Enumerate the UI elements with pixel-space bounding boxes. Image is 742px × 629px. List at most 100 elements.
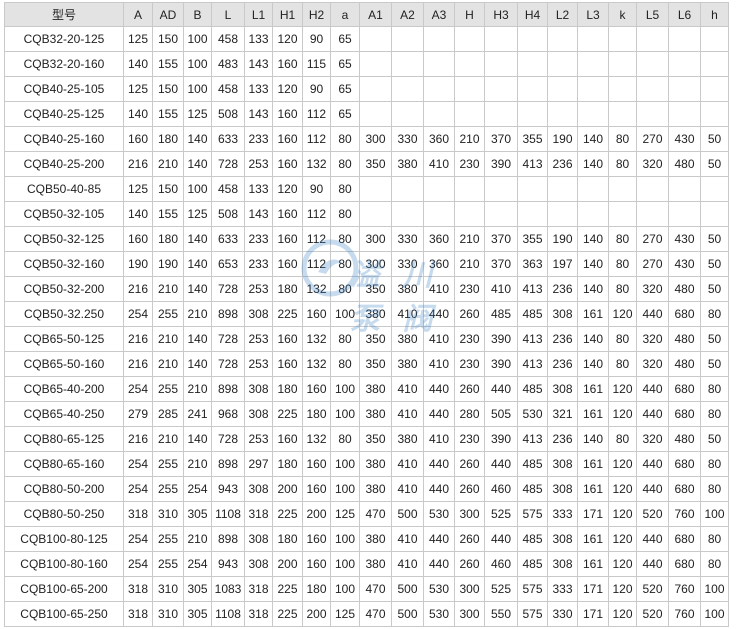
value-cell: 440 bbox=[636, 476, 669, 502]
value-cell: 318 bbox=[123, 501, 153, 527]
value-cell: 485 bbox=[517, 551, 548, 577]
value-cell: 120 bbox=[608, 476, 637, 502]
value-cell: 255 bbox=[152, 476, 184, 502]
value-cell bbox=[668, 176, 701, 202]
value-cell: 330 bbox=[391, 226, 424, 252]
value-cell: 160 bbox=[302, 451, 331, 477]
table-row: CQB40-25-200 216 210 140 728 253 160 132 80 350 38… bbox=[4, 151, 729, 177]
value-cell: 440 bbox=[636, 526, 669, 552]
value-cell: 80 bbox=[700, 526, 729, 552]
value-cell: 330 bbox=[547, 601, 578, 627]
value-cell: 760 bbox=[668, 501, 701, 527]
model-cell: CQB50-32-105 bbox=[4, 201, 124, 227]
value-cell: 160 bbox=[123, 126, 153, 152]
value-cell: 320 bbox=[636, 276, 669, 302]
table-row: CQB65-40-200 254 255 210 898 308 180 160 100 380 4… bbox=[4, 376, 729, 402]
value-cell: 80 bbox=[608, 226, 637, 252]
value-cell: 200 bbox=[302, 601, 331, 627]
value-cell: 308 bbox=[244, 526, 273, 552]
value-cell: 255 bbox=[152, 301, 184, 327]
value-cell: 1108 bbox=[211, 601, 245, 627]
value-cell: 120 bbox=[608, 601, 637, 627]
value-cell: 225 bbox=[272, 601, 303, 627]
value-cell: 80 bbox=[330, 351, 360, 377]
value-cell: 260 bbox=[454, 301, 485, 327]
value-cell: 410 bbox=[391, 301, 424, 327]
value-cell: 140 bbox=[577, 326, 609, 352]
value-cell: 260 bbox=[454, 526, 485, 552]
value-cell: 530 bbox=[423, 601, 455, 627]
value-cell bbox=[577, 76, 609, 102]
value-cell: 233 bbox=[244, 126, 273, 152]
value-cell: 80 bbox=[330, 226, 360, 252]
value-cell: 500 bbox=[391, 501, 424, 527]
pump-dimension-table: 型号 A AD B L L1 H1 H2 a A1 A2 A3 H H3 H4 L2 L3 k L5 L6 h CQB3… bbox=[4, 2, 729, 627]
value-cell: 380 bbox=[359, 476, 392, 502]
value-cell: 140 bbox=[577, 126, 609, 152]
value-cell: 310 bbox=[152, 601, 184, 627]
table-row: CQB100-80-125 254 255 210 898 308 180 160 100 380… bbox=[4, 526, 729, 552]
value-cell: 210 bbox=[152, 426, 184, 452]
header-l1: L1 bbox=[244, 2, 273, 27]
value-cell: 100 bbox=[183, 176, 212, 202]
value-cell: 180 bbox=[302, 401, 331, 427]
value-cell: 410 bbox=[391, 376, 424, 402]
value-cell: 360 bbox=[423, 126, 455, 152]
value-cell: 305 bbox=[183, 576, 212, 602]
value-cell: 180 bbox=[152, 126, 184, 152]
value-cell: 200 bbox=[272, 476, 303, 502]
value-cell: 171 bbox=[577, 501, 609, 527]
model-cell: CQB65-50-125 bbox=[4, 326, 124, 352]
value-cell: 112 bbox=[302, 126, 331, 152]
table-row: CQB50-32.250 254 255 210 898 308 225 160 100 380 4… bbox=[4, 301, 729, 327]
value-cell: 140 bbox=[123, 201, 153, 227]
value-cell: 440 bbox=[423, 451, 455, 477]
value-cell bbox=[547, 51, 578, 77]
value-cell: 330 bbox=[391, 251, 424, 277]
value-cell: 505 bbox=[484, 401, 518, 427]
value-cell: 140 bbox=[183, 326, 212, 352]
value-cell: 200 bbox=[272, 551, 303, 577]
value-cell: 160 bbox=[302, 551, 331, 577]
value-cell: 100 bbox=[330, 576, 360, 602]
value-cell: 525 bbox=[484, 501, 518, 527]
value-cell bbox=[423, 101, 455, 127]
value-cell bbox=[484, 76, 518, 102]
value-cell: 140 bbox=[577, 426, 609, 452]
value-cell: 485 bbox=[517, 476, 548, 502]
table-row: CQB50-32-200 216 210 140 728 253 180 132 80 350 38… bbox=[4, 276, 729, 302]
value-cell: 254 bbox=[123, 376, 153, 402]
value-cell: 308 bbox=[547, 476, 578, 502]
model-cell: CQB50-32-125 bbox=[4, 226, 124, 252]
value-cell: 80 bbox=[608, 426, 637, 452]
value-cell: 140 bbox=[577, 226, 609, 252]
header-l3: L3 bbox=[577, 2, 609, 27]
value-cell: 100 bbox=[183, 26, 212, 52]
value-cell: 161 bbox=[577, 526, 609, 552]
value-cell: 233 bbox=[244, 251, 273, 277]
value-cell: 150 bbox=[152, 76, 184, 102]
value-cell: 440 bbox=[484, 451, 518, 477]
value-cell: 410 bbox=[391, 401, 424, 427]
header-h4: H4 bbox=[517, 2, 548, 27]
value-cell: 413 bbox=[517, 326, 548, 352]
value-cell bbox=[577, 176, 609, 202]
value-cell: 308 bbox=[547, 301, 578, 327]
value-cell bbox=[423, 76, 455, 102]
value-cell: 254 bbox=[123, 526, 153, 552]
value-cell: 120 bbox=[608, 501, 637, 527]
value-cell: 120 bbox=[272, 26, 303, 52]
value-cell: 300 bbox=[454, 501, 485, 527]
value-cell bbox=[608, 101, 637, 127]
value-cell bbox=[391, 176, 424, 202]
value-cell: 280 bbox=[454, 401, 485, 427]
value-cell: 180 bbox=[272, 376, 303, 402]
value-cell: 140 bbox=[577, 351, 609, 377]
value-cell: 80 bbox=[330, 126, 360, 152]
table-row: CQB50-40-85 125 150 100 458 133 120 90 80 bbox=[4, 176, 729, 202]
value-cell: 380 bbox=[391, 151, 424, 177]
value-cell bbox=[359, 51, 392, 77]
value-cell: 80 bbox=[330, 151, 360, 177]
value-cell: 112 bbox=[302, 251, 331, 277]
value-cell: 350 bbox=[359, 276, 392, 302]
